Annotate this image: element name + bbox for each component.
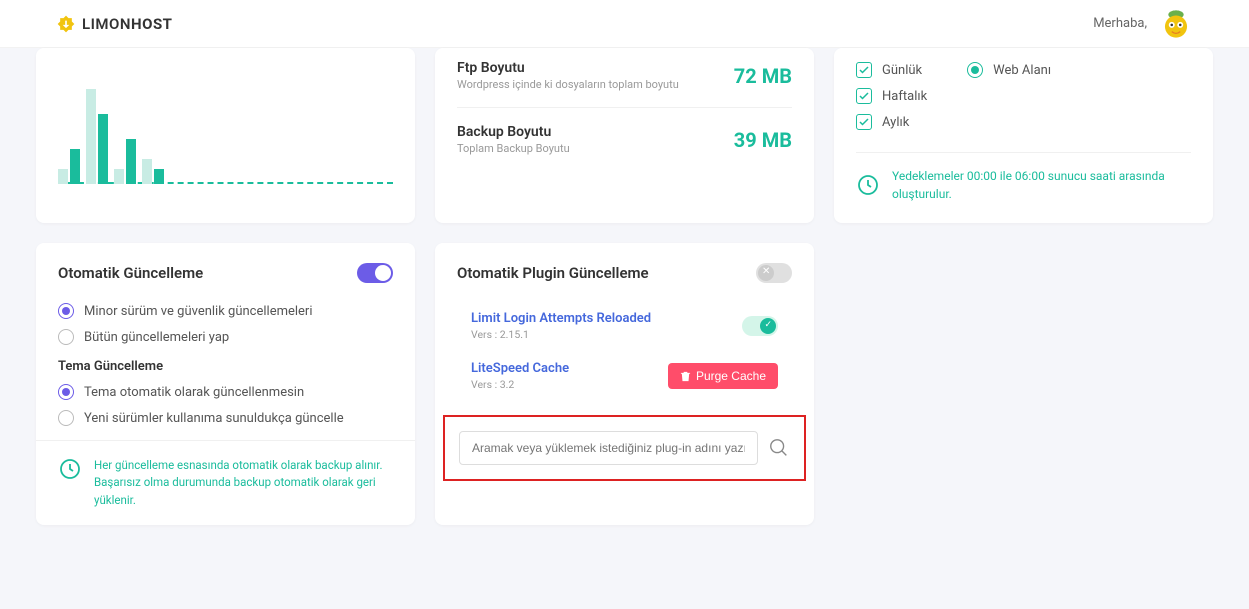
plugin-update-toggle[interactable]: ✕ — [756, 263, 792, 283]
backup-size-value: 39 MB — [734, 128, 792, 152]
storage-row-backup: Backup Boyutu Toplam Backup Boyutu 39 MB — [457, 107, 792, 171]
plugin-row: Limit Login Attempts Reloaded Vers : 2.1… — [471, 301, 778, 351]
radio-theme-auto[interactable]: Yeni sürümler kullanıma sunuldukça günce… — [58, 410, 393, 426]
chart-baseline — [58, 182, 393, 184]
check-icon — [856, 88, 872, 104]
clock-icon — [58, 457, 82, 481]
plugin-update-title: Otomatik Plugin Güncelleme — [457, 264, 649, 282]
radio-theme-no-update[interactable]: Tema otomatik olarak güncellenmesin — [58, 384, 393, 400]
search-icon[interactable] — [768, 437, 790, 459]
auto-update-title: Otomatik Güncelleme — [58, 264, 203, 282]
radio-icon — [58, 384, 74, 400]
backup-scope-column: Web Alanı — [967, 62, 1051, 140]
trash-icon — [680, 371, 691, 382]
backup-frequency-column: Günlük Haftalık Aylık — [856, 62, 927, 140]
plugin-name[interactable]: LiteSpeed Cache — [471, 361, 569, 376]
brand-bold: HOST — [131, 15, 172, 33]
header-right: Merhaba, — [1093, 7, 1193, 41]
auto-update-footer: Her güncelleme esnasında otomatik olarak… — [36, 440, 415, 525]
ftp-size-label: Ftp Boyutu — [457, 60, 679, 76]
usage-chart — [58, 64, 393, 184]
checkbox-weekly[interactable]: Haftalık — [856, 88, 927, 104]
plugin-row: LiteSpeed Cache Vers : 3.2 Purge Cache — [471, 351, 778, 401]
plugin-version: Vers : 2.15.1 — [471, 328, 651, 341]
storage-row-ftp: Ftp Boyutu Wordpress içinde ki dosyaları… — [457, 56, 792, 107]
auto-update-card: Otomatik Güncelleme ✓ Minor sürüm ve güv… — [36, 243, 415, 525]
usage-chart-card — [36, 48, 415, 223]
radio-minor[interactable]: Minor sürüm ve güvenlik güncellemeleri — [58, 303, 393, 319]
radio-web-area[interactable]: Web Alanı — [967, 62, 1051, 78]
plugin-name[interactable]: Limit Login Attempts Reloaded — [471, 311, 651, 326]
plugin-search-wrap — [443, 415, 806, 481]
backup-settings-card: Günlük Haftalık Aylık Web Alanı — [834, 48, 1213, 223]
plugin-update-card: Otomatik Plugin Güncelleme ✕ Limit Login… — [435, 243, 814, 525]
ftp-size-value: 72 MB — [734, 64, 792, 88]
radio-icon — [58, 303, 74, 319]
avatar[interactable] — [1159, 7, 1193, 41]
backup-size-label: Backup Boyutu — [457, 124, 570, 140]
brand-prefix: LIMON — [82, 15, 131, 33]
plugin-version: Vers : 3.2 — [471, 378, 569, 391]
app-header: LIMONHOST Merhaba, — [0, 0, 1249, 48]
plugin-toggle[interactable]: ✓ — [742, 316, 778, 336]
auto-update-toggle[interactable]: ✓ — [357, 263, 393, 283]
brand-logo[interactable]: LIMONHOST — [56, 14, 172, 34]
backup-size-sub: Toplam Backup Boyutu — [457, 142, 570, 155]
check-icon — [856, 114, 872, 130]
clock-icon — [856, 173, 880, 197]
radio-icon — [967, 62, 983, 78]
check-icon — [856, 62, 872, 78]
storage-card: Ftp Boyutu Wordpress içinde ki dosyaları… — [435, 48, 814, 223]
ftp-size-sub: Wordpress içinde ki dosyaların toplam bo… — [457, 78, 679, 91]
backup-info: Yedeklemeler 00:00 ile 06:00 sunucu saat… — [856, 152, 1191, 203]
radio-icon — [58, 329, 74, 345]
logo-icon — [56, 14, 76, 34]
theme-update-title: Tema Güncelleme — [58, 359, 393, 374]
checkbox-daily[interactable]: Günlük — [856, 62, 927, 78]
radio-icon — [58, 410, 74, 426]
purge-cache-button[interactable]: Purge Cache — [668, 363, 778, 389]
empty-slot — [834, 243, 1213, 525]
greeting-text: Merhaba, — [1093, 16, 1147, 31]
radio-all[interactable]: Bütün güncellemeleri yap — [58, 329, 393, 345]
plugin-search-input[interactable] — [459, 431, 758, 465]
checkbox-monthly[interactable]: Aylık — [856, 114, 927, 130]
